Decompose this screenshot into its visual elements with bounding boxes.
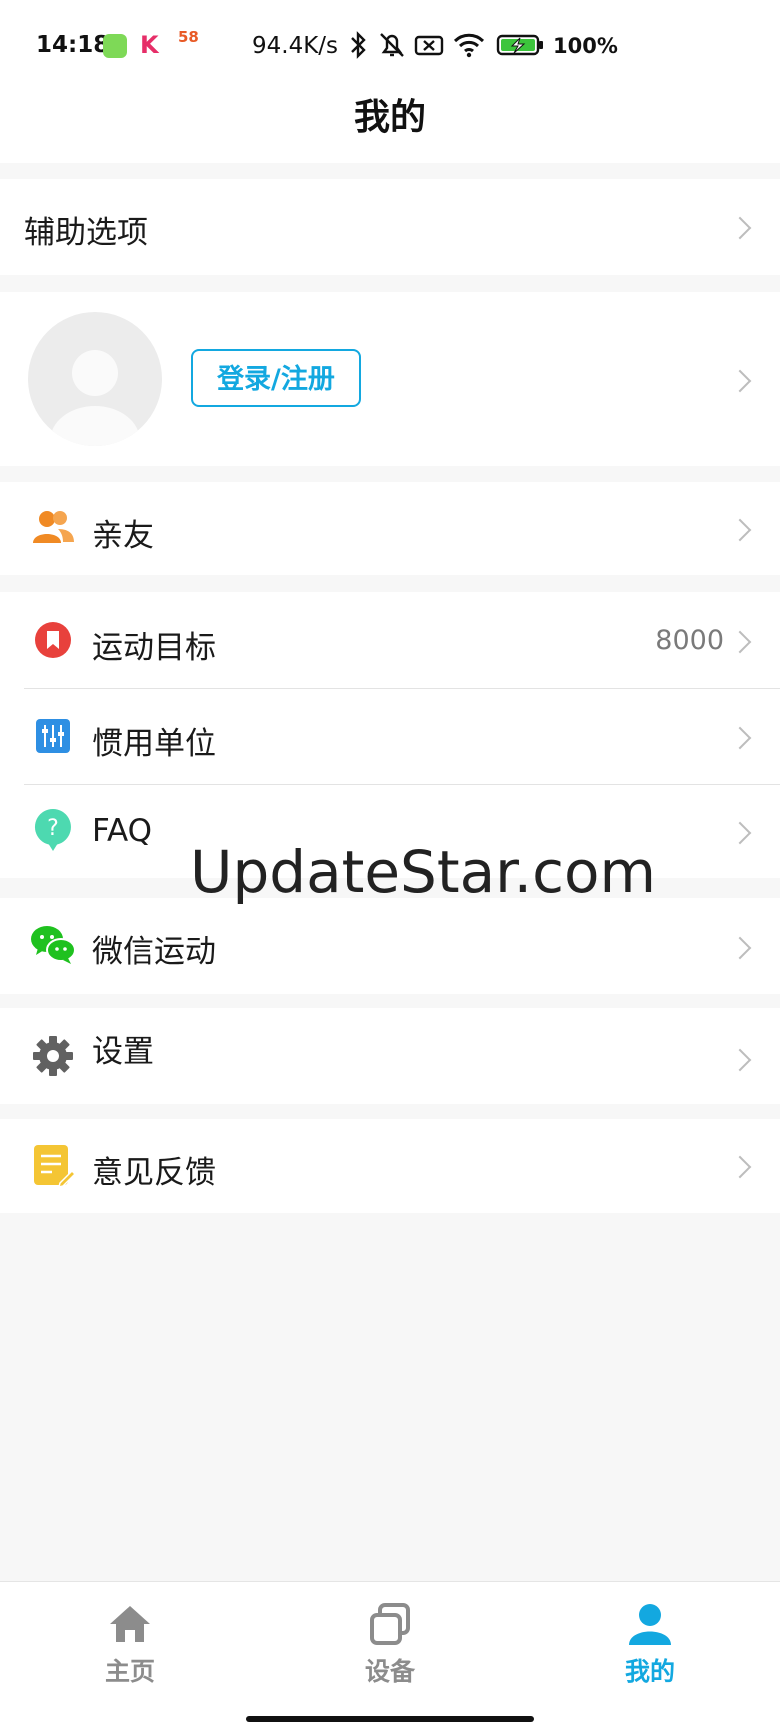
network-speed: 94.4K/s <box>252 33 339 59</box>
bluetooth-icon <box>351 31 366 59</box>
settings-label: 设置 <box>92 1034 154 1070</box>
gear-icon <box>33 1036 73 1076</box>
tab-home[interactable]: 主页 <box>70 1582 190 1722</box>
svg-text:?: ? <box>47 816 59 841</box>
chevron-right-icon <box>728 936 752 960</box>
home-indicator[interactable] <box>246 1716 534 1722</box>
settings-group-card: 运动目标 8000 惯用单位 ? FAQ <box>0 592 780 878</box>
wechat-card: 微信运动 <box>0 898 780 994</box>
tab-home-label: 主页 <box>104 1657 155 1686</box>
no-sim-icon <box>414 35 444 56</box>
chevron-right-icon <box>728 518 752 542</box>
feedback-card: 意见反馈 <box>0 1119 780 1213</box>
bottom-tab-bar: 主页 设备 我的 <box>0 1581 780 1734</box>
lobster-app-icon <box>103 34 127 58</box>
chevron-right-icon <box>728 821 752 845</box>
settings-row[interactable]: 设置 <box>0 1008 780 1104</box>
friends-row[interactable]: 亲友 <box>0 482 780 575</box>
device-icon <box>370 1603 410 1645</box>
avatar[interactable] <box>28 312 162 446</box>
battery-icon <box>496 34 543 56</box>
status-time: 14:18 <box>36 32 110 58</box>
faq-icon: ? <box>34 809 71 851</box>
profile-card[interactable]: 登录/注册 <box>0 292 780 466</box>
chevron-right-icon <box>728 1048 752 1072</box>
goal-icon <box>35 622 71 658</box>
tab-mine[interactable]: 我的 <box>590 1582 710 1722</box>
chevron-right-icon <box>728 216 752 240</box>
chevron-right-icon <box>728 1155 752 1179</box>
units-label: 惯用单位 <box>92 726 216 762</box>
mute-bell-icon <box>380 33 404 57</box>
page-title: 我的 <box>353 97 426 138</box>
units-icon <box>36 719 70 753</box>
page-header: 我的 <box>0 92 780 163</box>
58-app-icon: 58 <box>178 28 199 46</box>
sport-goal-value: 8000 <box>655 625 724 656</box>
battery-percent: 100% <box>553 34 618 58</box>
chevron-right-icon <box>728 726 752 750</box>
chevron-right-icon <box>728 369 752 393</box>
wechat-sport-row[interactable]: 微信运动 <box>0 898 780 994</box>
chevron-right-icon <box>728 630 752 654</box>
profile-icon <box>629 1604 671 1645</box>
tab-device-label: 设备 <box>364 1657 415 1686</box>
sport-goal-label: 运动目标 <box>92 630 216 666</box>
assist-card: 辅助选项 <box>0 179 780 275</box>
tab-device[interactable]: 设备 <box>330 1582 450 1722</box>
tab-mine-label: 我的 <box>624 1657 675 1686</box>
faq-label: FAQ <box>92 813 153 849</box>
friends-icon <box>33 511 74 543</box>
units-row[interactable]: 惯用单位 <box>0 689 780 784</box>
wechat-icon <box>31 926 76 964</box>
settings-card: 设置 <box>0 1008 780 1104</box>
assist-options-label: 辅助选项 <box>24 215 148 251</box>
feedback-row[interactable]: 意见反馈 <box>0 1119 780 1213</box>
wechat-sport-label: 微信运动 <box>92 934 216 970</box>
k-app-icon: K <box>140 31 159 59</box>
wifi-icon <box>453 33 485 58</box>
assist-options-row[interactable]: 辅助选项 <box>0 179 780 275</box>
friends-label: 亲友 <box>92 518 154 554</box>
sport-goal-row[interactable]: 运动目标 8000 <box>0 592 780 688</box>
status-bar: 14:18 K 58 94.4K/s 100% <box>0 0 780 92</box>
feedback-icon <box>34 1145 76 1189</box>
home-icon <box>110 1606 150 1642</box>
login-register-button[interactable]: 登录/注册 <box>191 349 361 407</box>
feedback-label: 意见反馈 <box>92 1155 216 1191</box>
friends-card: 亲友 <box>0 482 780 575</box>
watermark-text: UpdateStar.com <box>190 838 656 906</box>
